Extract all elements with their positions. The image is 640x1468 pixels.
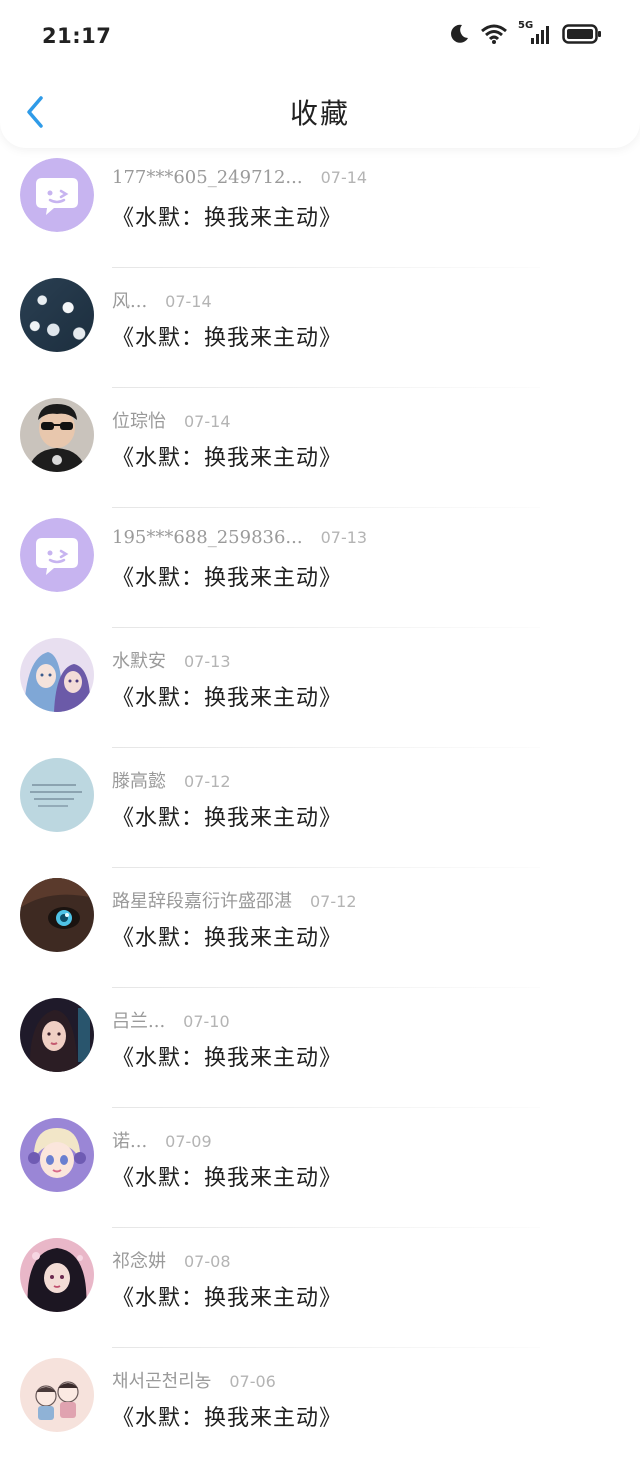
item-meta: 채서곤천리농 07-06: [112, 1367, 276, 1393]
chat-bubble-icon: [20, 518, 94, 592]
username: 位琮怡: [112, 411, 166, 432]
date: 07-13: [320, 528, 368, 547]
date: 07-14: [165, 292, 212, 311]
item-meta: 位琮怡 07-14: [112, 407, 231, 433]
item-title: 《水默：换我来主动》: [112, 806, 343, 831]
date: 07-06: [229, 1372, 276, 1391]
man-sunglasses-icon: [20, 398, 94, 472]
username: 177***605_249712...: [112, 167, 303, 188]
username: 滕高懿: [112, 771, 166, 792]
signal-group: 5G: [518, 20, 552, 46]
list-item[interactable]: 诺... 07-09 《水默：换我来主动》: [0, 1108, 640, 1228]
top-bar: 21:17 5G 收藏: [0, 0, 640, 148]
item-title: 《水默：换我来主动》: [112, 686, 343, 711]
date: 07-08: [184, 1252, 231, 1271]
battery-icon: [562, 24, 601, 44]
avatar[interactable]: [20, 758, 94, 832]
item-meta: 祁念妌 07-08: [112, 1247, 231, 1273]
item-title: 《水默：换我来主动》: [112, 1286, 343, 1311]
username: 채서곤천리농: [112, 1371, 212, 1392]
list-item[interactable]: 祁念妌 07-08 《水默：换我来主动》: [0, 1228, 640, 1348]
date: 07-12: [310, 892, 357, 911]
date: 07-09: [165, 1132, 212, 1151]
date: 07-12: [184, 772, 231, 791]
signal-icon: [531, 26, 549, 44]
list-item[interactable]: 路星辞段嘉衍许盛邵湛 07-12 《水默：换我来主动》: [0, 868, 640, 988]
item-meta: 177***605_249712... 07-14: [112, 167, 367, 188]
item-title: 《水默：换我来主动》: [112, 1166, 343, 1191]
list-item[interactable]: 风... 07-14 《水默：换我来主动》: [0, 268, 640, 388]
avatar[interactable]: [20, 1238, 94, 1312]
item-title: 《水默：换我来主动》: [112, 926, 343, 951]
date: 07-10: [183, 1012, 230, 1031]
avatar[interactable]: [20, 518, 94, 592]
moon-icon: [451, 24, 468, 43]
item-meta: 水默安 07-13: [112, 647, 231, 673]
avatar[interactable]: [20, 158, 94, 232]
cartoon-kids-icon: [20, 1358, 94, 1432]
item-meta: 滕高懿 07-12: [112, 767, 231, 793]
wifi-icon: [481, 24, 507, 44]
list-item[interactable]: 177***605_249712... 07-14 《水默：换我来主动》: [0, 148, 640, 268]
list-item[interactable]: 滕高懿 07-12 《水默：换我来主动》: [0, 748, 640, 868]
item-meta: 路星辞段嘉衍许盛邵湛 07-12: [112, 887, 357, 913]
username: 水默安: [112, 651, 166, 672]
username: 路星辞段嘉衍许盛邵湛: [112, 891, 292, 912]
list-item[interactable]: 位琮怡 07-14 《水默：换我来主动》: [0, 388, 640, 508]
date: 07-14: [320, 168, 368, 187]
date: 07-14: [184, 412, 231, 431]
text-note-icon: [20, 758, 94, 832]
username: 吕兰...: [112, 1011, 166, 1032]
chat-bubble-icon: [20, 158, 94, 232]
anime-pair-icon: [20, 638, 94, 712]
list-item[interactable]: 水默安 07-13 《水默：换我来主动》: [0, 628, 640, 748]
username: 风...: [112, 291, 148, 312]
list-item[interactable]: 195***688_259836... 07-13 《水默：换我来主动》: [0, 508, 640, 628]
item-title: 《水默：换我来主动》: [112, 206, 343, 231]
item-title: 《水默：换我来主动》: [112, 1406, 343, 1431]
item-meta: 吕兰... 07-10: [112, 1007, 230, 1033]
avatar[interactable]: [20, 1118, 94, 1192]
girl-neon-icon: [20, 998, 94, 1072]
avatar[interactable]: [20, 1358, 94, 1432]
status-time: 21:17: [42, 24, 112, 48]
avatar[interactable]: [20, 398, 94, 472]
page-title: 收藏: [289, 97, 350, 130]
date: 07-13: [184, 652, 231, 671]
list-item[interactable]: 채서곤천리농 07-06 《水默：换我来主动》: [0, 1348, 640, 1468]
item-title: 《水默：换我来主动》: [112, 566, 343, 591]
item-title: 《水默：换我来主动》: [112, 446, 343, 471]
avatar[interactable]: [20, 878, 94, 952]
avatar[interactable]: [20, 998, 94, 1072]
list-item[interactable]: 吕兰... 07-10 《水默：换我来主动》: [0, 988, 640, 1108]
username: 诺...: [112, 1131, 148, 1152]
item-title: 《水默：换我来主动》: [112, 1046, 343, 1071]
item-meta: 诺... 07-09: [112, 1127, 212, 1153]
username: 195***688_259836...: [112, 527, 303, 548]
username: 祁念妌: [112, 1251, 166, 1272]
status-icons: 5G: [448, 20, 602, 46]
doll-purple-icon: [20, 1118, 94, 1192]
avatar[interactable]: [20, 638, 94, 712]
avatar[interactable]: [20, 278, 94, 352]
blue-eye-icon: [20, 878, 94, 952]
item-meta: 风... 07-14: [112, 287, 212, 313]
dark-girl-icon: [20, 1238, 94, 1312]
item-meta: 195***688_259836... 07-13: [112, 527, 367, 548]
favorites-list: 177***605_249712... 07-14 《水默：换我来主动》 风..…: [0, 148, 640, 1468]
item-title: 《水默：换我来主动》: [112, 326, 343, 351]
